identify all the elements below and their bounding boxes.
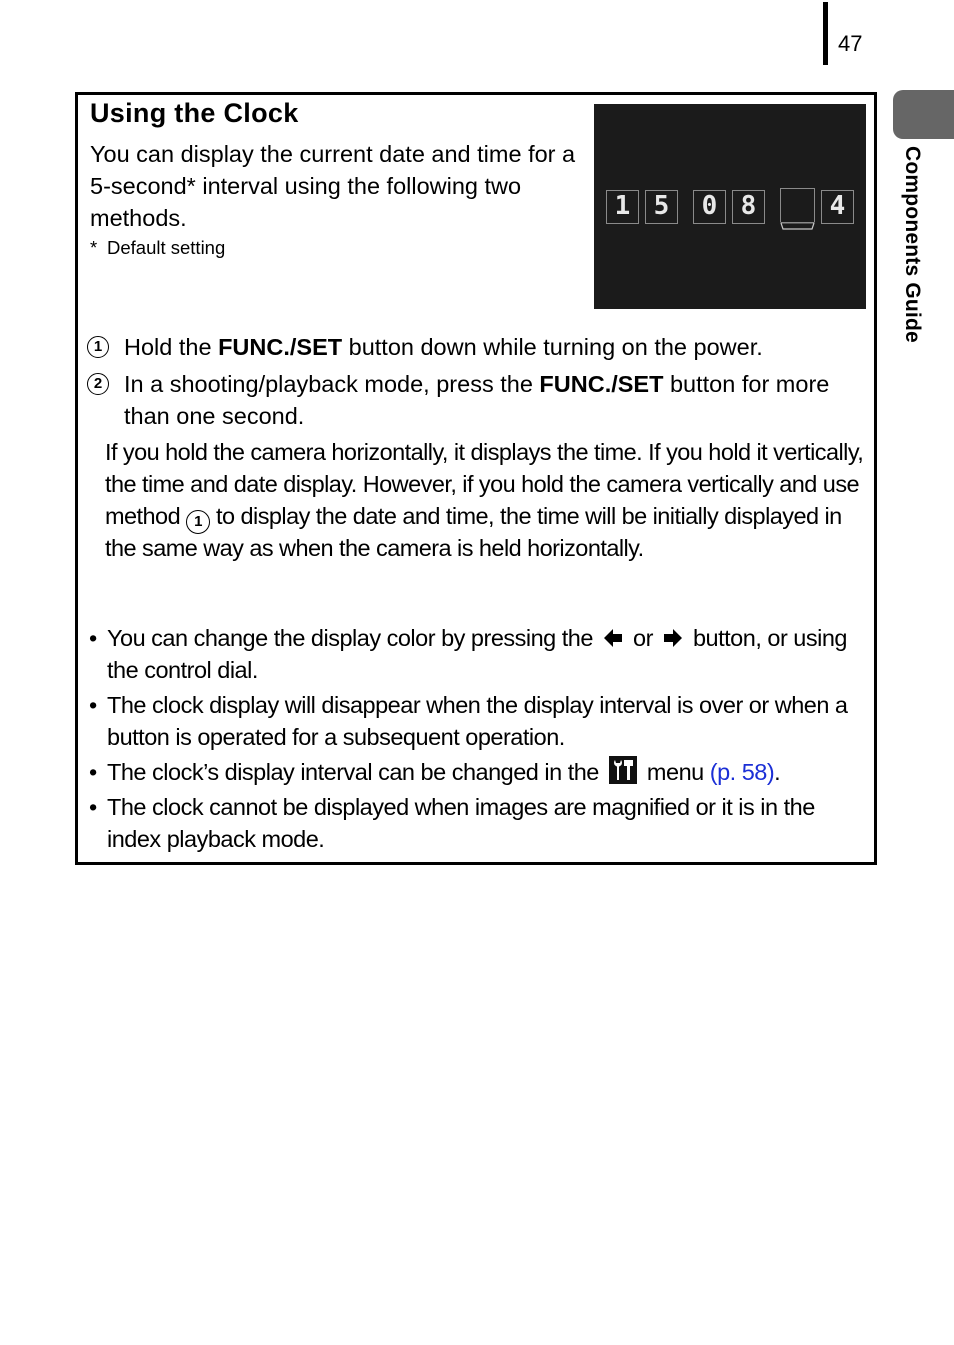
right-arrow-icon: [663, 629, 682, 647]
footnote-mark: *: [90, 237, 98, 258]
func-set-button-label: FUNC./SET: [539, 371, 664, 397]
method-steps: 1 Hold the FUNC./SET button down while t…: [87, 331, 867, 437]
clock-digit: 5: [645, 190, 678, 224]
bullet-text: The clock’s display interval can be chan…: [107, 759, 605, 785]
bullet: •: [89, 625, 97, 651]
section-tab: [893, 90, 954, 139]
step-item: 2 In a shooting/playback mode, press the…: [87, 368, 867, 432]
page-reference-link[interactable]: (p. 58): [710, 759, 775, 785]
bullet-text: or: [626, 625, 659, 651]
clock-blank-digit: [780, 188, 815, 222]
step-number-icon: 1: [87, 336, 109, 358]
clock-digit-base-icon: [780, 222, 815, 230]
bullet-text: The clock display will disappear when th…: [107, 692, 848, 750]
bullet: •: [89, 794, 97, 820]
footnote-text: Default setting: [107, 237, 226, 258]
page-marker-bar: [823, 2, 828, 65]
clock-digit: 0: [693, 190, 726, 224]
clock-digit: 1: [606, 190, 639, 224]
bullet-text: You can change the display color by pres…: [107, 625, 599, 651]
page-number: 47: [838, 31, 863, 56]
clock-digit: 8: [732, 190, 765, 224]
content-box: Using the Clock You can display the curr…: [75, 92, 877, 865]
step-text: button down while turning on the power.: [342, 334, 763, 360]
section-title: Using the Clock: [90, 98, 299, 128]
bullet: •: [89, 692, 97, 718]
bullet: •: [89, 759, 97, 785]
func-set-button-label: FUNC./SET: [218, 334, 343, 360]
footnote: * Default setting: [90, 236, 225, 260]
list-item: • The clock’s display interval can be ch…: [87, 756, 867, 788]
list-item: • You can change the display color by pr…: [87, 622, 867, 686]
intro-paragraph: You can display the current date and tim…: [90, 141, 576, 231]
step-number-icon: 2: [87, 373, 109, 395]
list-item: • The clock display will disappear when …: [87, 689, 867, 753]
clock-display-image: 1 5 0 8 4: [594, 104, 866, 309]
clock-digit: 4: [821, 190, 854, 224]
note-text: to display the date and time, the time w…: [105, 503, 842, 561]
bullet-text: The clock cannot be displayed when image…: [107, 794, 815, 852]
step-text: In a shooting/playback mode, press the: [124, 371, 540, 397]
method-ref-icon: 1: [186, 510, 211, 534]
bullet-text: .: [774, 759, 781, 785]
section-tab-label: Components Guide: [901, 146, 924, 343]
step-text: Hold the: [124, 334, 219, 360]
setup-menu-tools-icon: [608, 756, 637, 784]
tips-list: • You can change the display color by pr…: [87, 622, 867, 858]
left-arrow-icon: [603, 629, 622, 647]
step-item: 1 Hold the FUNC./SET button down while t…: [87, 331, 867, 363]
bullet-text: menu: [640, 759, 710, 785]
list-item: • The clock cannot be displayed when ima…: [87, 791, 867, 855]
orientation-note: If you hold the camera horizontally, it …: [105, 436, 875, 564]
